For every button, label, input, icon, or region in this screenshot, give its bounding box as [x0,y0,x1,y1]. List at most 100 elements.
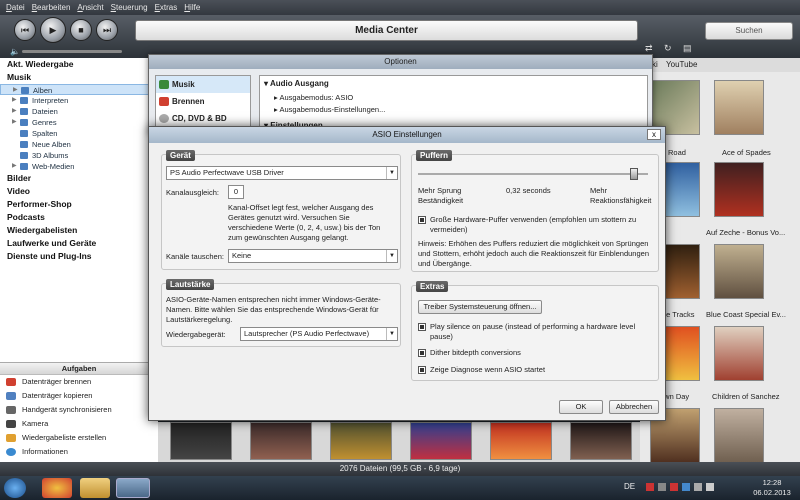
task-sync[interactable]: Handgerät synchronisieren [0,403,158,417]
swap-channels-select[interactable]: Keine ▼ [228,249,398,263]
menu-bearbeiten[interactable]: Bearbeiten [32,3,71,12]
nav-item-neue-alben[interactable]: Neue Alben [0,139,157,150]
shuffle-icon[interactable]: ⇄ [645,43,653,54]
section-audio-output[interactable]: ▾ Audio Ausgang [264,79,329,88]
nav-item-label: Alben [33,86,53,95]
nav-item-3d-albums[interactable]: 3D Albums [0,150,157,161]
expand-icon[interactable]: ▶ [12,95,17,106]
album-cover[interactable] [170,422,232,460]
menu-datei[interactable]: Datei [6,3,25,12]
nav-item-dateien[interactable]: ▶ Dateien [0,106,157,117]
album-cover[interactable] [570,422,632,460]
cancel-button[interactable]: Abbrechen [609,400,659,414]
album-cover[interactable] [250,422,312,460]
chrome-icon[interactable] [42,478,72,498]
buffer-slider-track[interactable] [418,173,648,175]
output-mode-settings-row[interactable]: ▸ Ausgabemodus-Einstellungen... [274,105,385,115]
nav-now-playing[interactable]: Akt. Wiedergabe [0,58,157,71]
album-cover[interactable] [490,422,552,460]
ok-button[interactable]: OK [559,400,603,414]
category-cd-dvd[interactable]: CD, DVD & BD [156,110,250,127]
device-icon [6,406,16,414]
nav-performer-shop[interactable]: Performer-Shop [0,198,157,211]
language-indicator[interactable]: DE [624,482,635,491]
album-cover[interactable] [714,408,764,463]
burn-icon [6,378,16,386]
volume-tray-icon[interactable] [706,483,714,491]
output-mode-row[interactable]: ▸ Ausgabemodus: ASIO [274,93,353,103]
repeat-icon[interactable]: ↻ [664,43,672,54]
buffer-slider-thumb[interactable] [630,168,638,180]
buffer-hint: Hinweis: Erhöhen des Puffers reduziert d… [418,239,649,268]
nav-drives[interactable]: Laufwerke und Geräte [0,237,157,250]
nav-item-genres[interactable]: ▶ Genres [0,117,157,128]
next-icon[interactable]: ⏭ [96,19,118,41]
explorer-icon[interactable] [80,478,110,498]
device-select[interactable]: PS Audio Perfectwave USB Driver ▼ [166,166,398,180]
task-info[interactable]: Informationen [0,445,158,459]
nav-services[interactable]: Dienste und Plug-Ins [0,250,157,263]
clock[interactable]: 12:28 06.02.2013 [752,478,792,498]
dialog-title: ASIO Einstellungen [372,130,442,139]
tray-icon[interactable] [658,483,666,491]
nav-podcasts[interactable]: Podcasts [0,211,157,224]
device-panel-title: Gerät [166,150,195,161]
open-driver-panel-button[interactable]: Treiber Systemsteuerung öffnen... [418,300,542,314]
swap-channels-value: Keine [232,251,252,260]
nav-item-label: Spalten [32,129,58,138]
channel-offset-help: Kanal-Offset legt fest, welcher Ausgang … [228,203,381,242]
album-cover[interactable] [714,162,764,217]
volume-slider[interactable] [22,50,122,53]
start-icon[interactable] [4,478,26,498]
album-cover[interactable] [714,244,764,299]
menu-hilfe[interactable]: Hilfe [184,3,200,12]
task-burn[interactable]: Datenträger brennen [0,375,158,389]
chevron-down-icon: ▼ [386,250,397,262]
menu-ansicht[interactable]: Ansicht [77,3,103,12]
album-title: Auf Zeche - Bonus Vo... [706,228,786,237]
tray-icon[interactable] [646,483,654,491]
nav-item-albums[interactable]: ▶ Alben [0,84,157,95]
menu-steuerung[interactable]: Steuerung [111,3,148,12]
task-copy[interactable]: Datenträger kopieren [0,389,158,403]
playback-device-label: Wiedergabegerät: [166,330,226,339]
menu-extras[interactable]: Extras [155,3,178,12]
close-icon[interactable]: x [647,129,661,140]
nav-music[interactable]: Musik [0,71,157,84]
nav-item-interpreten[interactable]: ▶ Interpreten [0,95,157,106]
nav-video[interactable]: Video [0,185,157,198]
view-icon[interactable]: ▤ [683,43,692,54]
play-silence-checkbox[interactable] [418,323,426,331]
stop-icon[interactable]: ■ [70,19,92,41]
category-music[interactable]: Musik [156,76,250,93]
dither-checkbox[interactable] [418,349,426,357]
album-cover[interactable] [410,422,472,460]
expand-icon[interactable]: ▶ [12,117,17,128]
network-icon[interactable] [694,483,702,491]
channel-offset-input[interactable]: 0 [228,185,244,199]
extras-panel-title: Extras [416,281,449,292]
diagnose-checkbox[interactable] [418,366,426,374]
search-input[interactable]: Suchen [705,22,793,40]
playback-device-select[interactable]: Lautsprecher (PS Audio Perfectwave) ▼ [240,327,398,341]
nav-item-spalten[interactable]: Spalten [0,128,157,139]
nav-item-web-medien[interactable]: ▶ Web-Medien [0,161,157,172]
task-playlist[interactable]: Wiedergabeliste erstellen [0,431,158,445]
tray-icon[interactable] [682,483,690,491]
tray-icon[interactable] [670,483,678,491]
expand-icon[interactable]: ▶ [12,106,17,117]
media-center-icon[interactable] [116,478,150,498]
album-cover[interactable] [714,326,764,381]
buffering-panel: Puffern Mehr Sprung Beständigkeit 0,32 s… [411,150,659,272]
tab-youtube[interactable]: YouTube [666,60,697,69]
expand-icon[interactable]: ▶ [12,161,17,172]
nav-playlists[interactable]: Wiedergabelisten [0,224,157,237]
play-icon[interactable]: ▶ [40,17,66,43]
task-camera[interactable]: Kamera [0,417,158,431]
previous-icon[interactable]: ⏮ [14,19,36,41]
album-cover[interactable] [330,422,392,460]
category-burn[interactable]: Brennen [156,93,250,110]
nav-bilder[interactable]: Bilder [0,172,157,185]
album-cover[interactable] [714,80,764,135]
big-buffer-checkbox[interactable] [418,216,426,224]
